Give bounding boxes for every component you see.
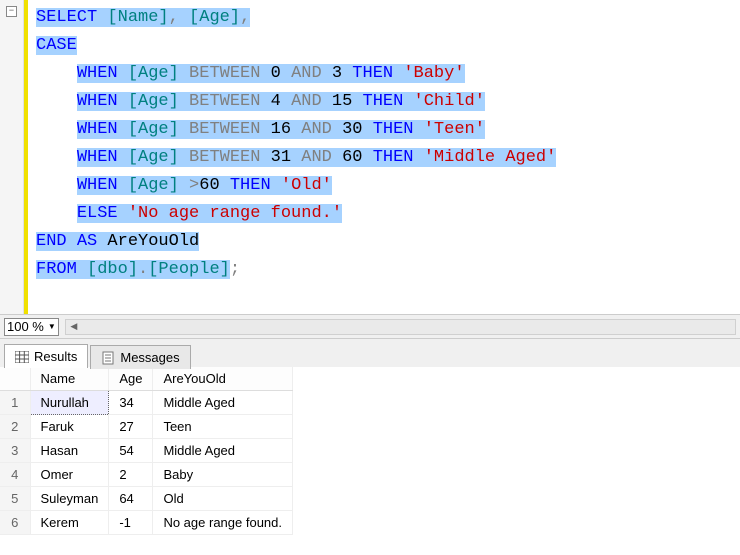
corner-cell[interactable]	[0, 367, 30, 391]
row-number[interactable]: 6	[0, 511, 30, 535]
tab-messages[interactable]: Messages	[90, 345, 190, 369]
cell-areyouold[interactable]: Old	[153, 487, 293, 511]
document-icon	[101, 351, 115, 365]
row-number[interactable]: 5	[0, 487, 30, 511]
cell-age[interactable]: -1	[109, 511, 153, 535]
cell-name[interactable]: Hasan	[30, 439, 109, 463]
horizontal-scrollbar[interactable]: ◀	[65, 319, 736, 335]
results-tabs: Results Messages	[0, 339, 740, 367]
row-number[interactable]: 4	[0, 463, 30, 487]
sql-editor[interactable]: − SELECT [Name], [Age], CASE WHEN [Age] …	[0, 0, 740, 315]
cell-name[interactable]: Kerem	[30, 511, 109, 535]
row-number[interactable]: 1	[0, 391, 30, 415]
cell-age[interactable]: 2	[109, 463, 153, 487]
row-number[interactable]: 2	[0, 415, 30, 439]
table-row[interactable]: 4 Omer 2 Baby	[0, 463, 293, 487]
cell-areyouold[interactable]: Middle Aged	[153, 391, 293, 415]
col-header-age[interactable]: Age	[109, 367, 153, 391]
zoom-dropdown[interactable]: 100 % ▼	[4, 318, 59, 336]
cell-name[interactable]: Faruk	[30, 415, 109, 439]
results-table: Name Age AreYouOld 1 Nurullah 34 Middle …	[0, 367, 293, 535]
chevron-down-icon: ▼	[48, 322, 56, 331]
table-row[interactable]: 2 Faruk 27 Teen	[0, 415, 293, 439]
col-age: [Age]	[189, 8, 240, 27]
cell-age[interactable]: 54	[109, 439, 153, 463]
cell-name[interactable]: Nurullah	[30, 391, 109, 415]
table-row[interactable]: 6 Kerem -1 No age range found.	[0, 511, 293, 535]
kw-select: SELECT	[36, 8, 97, 27]
kw-case: CASE	[36, 36, 77, 55]
table-row[interactable]: 3 Hasan 54 Middle Aged	[0, 439, 293, 463]
tab-messages-label: Messages	[120, 350, 179, 365]
scroll-left-icon[interactable]: ◀	[66, 320, 82, 334]
tab-results-label: Results	[34, 349, 77, 364]
code-content[interactable]: SELECT [Name], [Age], CASE WHEN [Age] BE…	[28, 0, 564, 314]
grid-icon	[15, 351, 29, 363]
row-number[interactable]: 3	[0, 439, 30, 463]
cell-areyouold[interactable]: Baby	[153, 463, 293, 487]
table-header-row: Name Age AreYouOld	[0, 367, 293, 391]
table-row[interactable]: 1 Nurullah 34 Middle Aged	[0, 391, 293, 415]
cell-areyouold[interactable]: Middle Aged	[153, 439, 293, 463]
cell-age[interactable]: 34	[109, 391, 153, 415]
cell-age[interactable]: 27	[109, 415, 153, 439]
table-row[interactable]: 5 Suleyman 64 Old	[0, 487, 293, 511]
fold-collapse-icon[interactable]: −	[6, 6, 17, 17]
editor-gutter: −	[0, 0, 24, 314]
cell-areyouold[interactable]: No age range found.	[153, 511, 293, 535]
results-grid[interactable]: Name Age AreYouOld 1 Nurullah 34 Middle …	[0, 367, 740, 535]
cell-areyouold[interactable]: Teen	[153, 415, 293, 439]
tab-results[interactable]: Results	[4, 344, 88, 368]
zoom-value: 100 %	[7, 319, 44, 334]
col-name: [Name]	[107, 8, 168, 27]
cell-age[interactable]: 64	[109, 487, 153, 511]
col-header-name[interactable]: Name	[30, 367, 109, 391]
zoom-bar: 100 % ▼ ◀	[0, 315, 740, 339]
cell-name[interactable]: Omer	[30, 463, 109, 487]
cell-name[interactable]: Suleyman	[30, 487, 109, 511]
col-header-areyouold[interactable]: AreYouOld	[153, 367, 293, 391]
